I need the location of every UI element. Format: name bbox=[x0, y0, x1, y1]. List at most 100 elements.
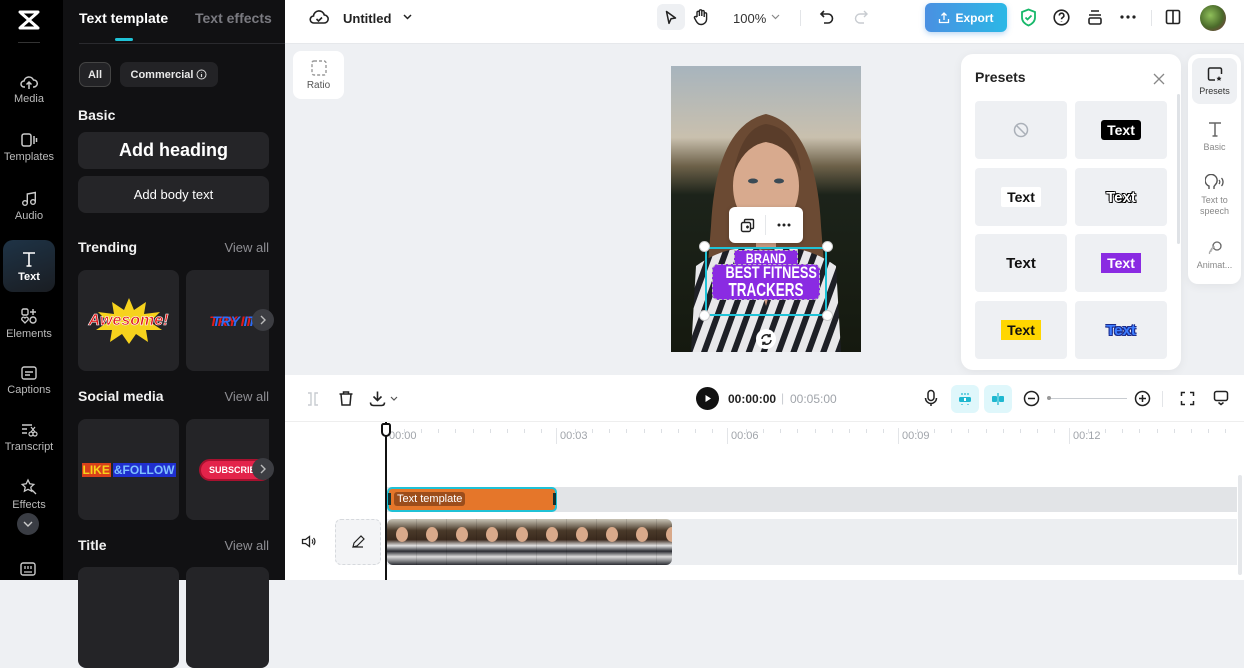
shield-check-icon bbox=[1021, 8, 1036, 27]
download-button[interactable] bbox=[369, 390, 398, 407]
redo-button[interactable] bbox=[853, 9, 869, 25]
more-options-button[interactable] bbox=[1120, 15, 1136, 19]
preset-black-box[interactable]: Text bbox=[1075, 101, 1167, 159]
title-view-all-link[interactable]: View all bbox=[224, 538, 269, 553]
undo-button[interactable] bbox=[819, 9, 835, 25]
trending-next-button[interactable] bbox=[252, 309, 274, 331]
rail-item-media[interactable]: Media bbox=[3, 63, 55, 115]
layers-button[interactable] bbox=[1087, 9, 1103, 26]
text-template-clip[interactable]: Text template bbox=[387, 487, 557, 512]
template-card[interactable] bbox=[186, 567, 269, 668]
video-clip[interactable] bbox=[387, 519, 672, 565]
ruler-major-tick bbox=[556, 428, 557, 444]
more-options-button[interactable] bbox=[766, 207, 802, 243]
presets-scrollbar[interactable] bbox=[1177, 94, 1180, 244]
mute-track-button[interactable] bbox=[301, 535, 316, 553]
total-duration: 00:05:00 bbox=[790, 392, 837, 406]
project-menu-button[interactable] bbox=[403, 14, 412, 20]
rail-item-audio[interactable]: Audio bbox=[3, 180, 55, 232]
zoom-level[interactable]: 100% bbox=[733, 11, 766, 26]
keyboard-shortcuts-button[interactable] bbox=[19, 561, 37, 582]
record-voice-button[interactable] bbox=[924, 389, 938, 412]
download-icon bbox=[369, 391, 386, 407]
preset-yellow-box[interactable]: Text bbox=[975, 301, 1067, 359]
close-presets-button[interactable] bbox=[1153, 72, 1165, 90]
preset-purple-box[interactable]: Text bbox=[1075, 234, 1167, 292]
project-name[interactable]: Untitled bbox=[343, 11, 391, 26]
playhead-handle[interactable] bbox=[381, 423, 391, 437]
timeline-ruler[interactable]: 00:00 00:03 00:06 00:09 00:12 bbox=[285, 422, 1244, 447]
side-tab-basic[interactable]: Basic bbox=[1192, 120, 1237, 153]
split-button[interactable] bbox=[306, 391, 320, 412]
filter-commercial-chip[interactable]: Commercial bbox=[120, 62, 218, 87]
zoom-dropdown[interactable] bbox=[771, 14, 780, 20]
preview-mode-button[interactable] bbox=[1213, 390, 1229, 411]
capcut-logo[interactable] bbox=[14, 8, 44, 32]
export-button[interactable]: Export bbox=[925, 3, 1007, 32]
playhead-line[interactable] bbox=[385, 422, 387, 580]
layout-toggle-button[interactable] bbox=[1165, 9, 1181, 25]
trending-view-all-link[interactable]: View all bbox=[224, 240, 269, 255]
user-avatar[interactable] bbox=[1200, 5, 1226, 31]
tab-text-effects[interactable]: Text effects bbox=[195, 10, 272, 26]
timeline-zoom-slider[interactable] bbox=[1049, 398, 1127, 399]
timeline-zoom-slider-thumb[interactable] bbox=[1047, 396, 1051, 400]
template-card-awesome[interactable]: Awesome! bbox=[78, 270, 179, 371]
preset-white-box[interactable]: Text bbox=[975, 168, 1067, 226]
ratio-button[interactable]: Ratio bbox=[293, 51, 344, 99]
rotate-handle[interactable] bbox=[756, 329, 776, 349]
auto-snap-toggle[interactable] bbox=[951, 385, 979, 413]
side-tab-animation[interactable]: Animat... bbox=[1192, 240, 1237, 271]
add-body-text-button[interactable]: Add body text bbox=[78, 176, 269, 213]
rail-item-transcript[interactable]: Transcript bbox=[3, 411, 55, 463]
active-tab-indicator bbox=[115, 38, 133, 41]
template-card-like-follow[interactable]: LIKE &FOLLOW bbox=[78, 419, 179, 520]
select-tool-button[interactable] bbox=[657, 4, 685, 30]
preset-blue-outline[interactable]: Text bbox=[1075, 301, 1167, 359]
timeline-scrollbar[interactable] bbox=[1238, 475, 1242, 575]
preset-outline-black[interactable]: Text bbox=[1075, 168, 1167, 226]
rail-expand-button[interactable] bbox=[17, 513, 39, 535]
preset-plain[interactable]: Text bbox=[975, 234, 1067, 292]
delete-button[interactable] bbox=[338, 390, 354, 412]
resize-handle-bottom-right[interactable] bbox=[822, 310, 833, 321]
rail-item-text[interactable]: Text bbox=[3, 240, 55, 292]
edit-cover-button[interactable] bbox=[335, 519, 381, 565]
split-scene-toggle[interactable] bbox=[984, 385, 1012, 413]
speaker-icon bbox=[301, 535, 316, 548]
fit-timeline-button[interactable] bbox=[1180, 391, 1195, 411]
tab-text-template[interactable]: Text template bbox=[79, 10, 168, 26]
add-heading-button[interactable]: Add heading bbox=[78, 132, 269, 169]
rail-item-elements[interactable]: Elements bbox=[3, 297, 55, 349]
split-icon bbox=[308, 392, 318, 406]
clip-trim-left[interactable] bbox=[388, 493, 391, 505]
security-status-button[interactable] bbox=[1020, 8, 1037, 27]
preset-none[interactable] bbox=[975, 101, 1067, 159]
transcript-icon bbox=[22, 423, 38, 437]
clip-trim-right[interactable] bbox=[553, 493, 556, 505]
section-title-title: Title bbox=[78, 537, 107, 553]
filter-all-chip[interactable]: All bbox=[79, 62, 111, 87]
more-horizontal-icon bbox=[777, 223, 791, 227]
cloud-sync-button[interactable] bbox=[309, 9, 329, 25]
resize-handle-top-left[interactable] bbox=[699, 241, 710, 252]
side-tab-presets[interactable]: Presets bbox=[1192, 58, 1237, 104]
video-thumbnail-frame bbox=[417, 519, 447, 565]
play-button[interactable] bbox=[696, 387, 719, 410]
template-card[interactable] bbox=[78, 567, 179, 668]
zoom-in-button[interactable] bbox=[1134, 390, 1151, 412]
resize-handle-bottom-left[interactable] bbox=[699, 310, 710, 321]
rail-divider bbox=[18, 42, 40, 43]
hand-tool-button[interactable] bbox=[693, 8, 709, 26]
side-tab-text-to-speech[interactable]: Text to speech bbox=[1192, 174, 1237, 217]
help-button[interactable] bbox=[1053, 9, 1070, 26]
rail-item-templates[interactable]: Templates bbox=[3, 121, 55, 173]
video-thumbnail-frame bbox=[627, 519, 657, 565]
duplicate-button[interactable] bbox=[729, 207, 765, 243]
ruler-minor-tick bbox=[831, 429, 833, 433]
resize-handle-top-right[interactable] bbox=[822, 241, 833, 252]
social-view-all-link[interactable]: View all bbox=[224, 389, 269, 404]
social-next-button[interactable] bbox=[252, 458, 274, 480]
rail-item-captions[interactable]: Captions bbox=[3, 354, 55, 406]
zoom-out-button[interactable] bbox=[1023, 390, 1040, 412]
